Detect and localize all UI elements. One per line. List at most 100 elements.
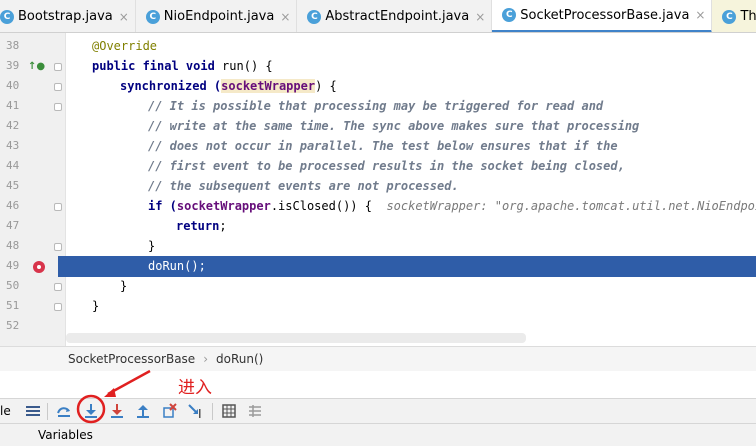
tab-thread[interactable]: C Thread.java [712,0,756,32]
tab-nioendpoint[interactable]: C NioEndpoint.java × [136,0,298,32]
code-line-41: // It is possible that processing may be… [148,96,756,116]
step-out-button[interactable] [134,402,152,420]
line-number: 39 [6,59,20,72]
debug-panel-header: Variables [0,424,756,446]
evaluate-expression-button[interactable] [220,402,238,420]
tab-label: AbstractEndpoint.java [325,9,470,24]
line-number: 49 [6,259,20,272]
list-icon [26,406,40,416]
tab-label: NioEndpoint.java [163,9,275,24]
line-number: 48 [6,239,20,252]
annotation-text: @Override [92,39,158,53]
close-icon[interactable]: × [119,10,129,24]
code-line-46: if (socketWrapper.isClosed()) { socketWr… [148,196,756,216]
show-execution-point-icon [57,407,70,417]
code-text: ; [219,219,227,233]
close-icon[interactable]: × [280,10,290,24]
code-text: ) { [315,79,337,93]
evaluate-expression-icon [222,404,236,418]
horizontal-scrollbar[interactable] [66,333,526,343]
code-text: } [120,279,128,293]
field-ref: socketWrapper [221,79,316,93]
annotation-label: 进入 [178,378,212,398]
comment: // It is possible that processing may be… [148,99,604,113]
fold-marker-icon[interactable] [54,83,62,91]
close-icon[interactable]: × [695,8,705,22]
fold-marker-icon[interactable] [54,303,62,311]
tab-label: Thread.java [740,9,756,24]
line-number: 41 [6,99,20,112]
line-number: 46 [6,199,20,212]
code-line-39: public final void run() { [92,56,756,76]
line-number: 42 [6,119,20,132]
code-line-47: return; [176,216,756,236]
fold-marker-icon[interactable] [54,63,62,71]
force-step-into-button[interactable] [108,402,126,420]
code-line-48: } [148,236,756,256]
fold-marker-icon[interactable] [54,283,62,291]
keyword: synchronized ( [120,79,222,93]
line-number: 43 [6,139,20,152]
line-number: 52 [6,319,20,332]
threads-list-button[interactable] [24,402,42,420]
run-to-cursor-button[interactable] [186,402,204,420]
class-icon: C [722,9,737,24]
comment: // first event to be processed results i… [148,159,625,173]
trace-button[interactable] [246,402,264,420]
code-line-40: synchronized (socketWrapper) { [120,76,756,96]
breadcrumb-method[interactable]: doRun() [216,352,263,366]
keyword: public final void [92,59,223,73]
trace-icon [249,405,261,417]
line-number: 44 [6,159,20,172]
force-step-into-icon [111,404,123,418]
class-icon: C [502,8,517,22]
line-number: 40 [6,79,20,92]
code-text: .isClosed()) { [270,199,372,213]
code-text: run() { [222,59,273,73]
code-line-51: } [92,296,756,316]
code-line-44: // first event to be processed results i… [148,156,756,176]
keyword: return [176,219,220,233]
code-line-42: // write at the same time. The sync abov… [148,116,756,136]
code-editor[interactable]: 38 39 40 41 42 43 44 45 46 47 48 49 50 5… [0,33,756,346]
line-number: 51 [6,299,20,312]
editor-tab-bar: C Bootstrap.java × C NioEndpoint.java × … [0,0,756,33]
step-out-icon [137,405,149,418]
code-line-43: // does not occur in parallel. The test … [148,136,756,156]
code-line-49: doRun(); [148,256,756,276]
class-icon: C [145,9,160,24]
code-line-38: @Override [92,36,756,56]
variables-tab[interactable]: Variables [38,428,93,442]
line-number: 38 [6,39,20,52]
line-number: 45 [6,179,20,192]
fold-marker-icon[interactable] [54,103,62,111]
code-line-50: } [120,276,756,296]
line-number: 47 [6,219,20,232]
code-line-45: // the subsequent events are not process… [148,176,756,196]
drop-frame-icon [163,403,177,418]
annotation-area: 进入 [0,371,756,398]
breadcrumb-class[interactable]: SocketProcessorBase [68,352,195,366]
drop-frame-button[interactable] [160,402,178,420]
fold-marker-icon[interactable] [54,243,62,251]
tab-abstractendpoint[interactable]: C AbstractEndpoint.java × [297,0,493,32]
keyword: if ( [148,199,177,213]
toolbar-label: le [0,404,11,418]
comment: // does not occur in parallel. The test … [148,139,618,153]
step-into-button[interactable] [82,402,100,420]
breakpoint-icon[interactable] [33,261,45,273]
close-icon[interactable]: × [475,10,485,24]
field-ref: socketWrapper [176,199,271,213]
class-icon: C [0,9,14,24]
breadcrumb: SocketProcessorBase › doRun() [0,346,756,371]
code-text: } [148,239,156,253]
tab-bootstrap[interactable]: C Bootstrap.java × [0,0,136,32]
step-into-icon [85,404,97,418]
code-text: } [92,299,100,313]
overrides-method-icon[interactable]: ↑● [28,61,45,73]
fold-marker-icon[interactable] [54,203,62,211]
run-to-cursor-icon [188,404,201,418]
show-execution-point-button[interactable] [55,402,73,420]
tab-socketprocessorbase[interactable]: C SocketProcessorBase.java × [492,0,713,32]
comment: // write at the same time. The sync abov… [148,119,640,133]
